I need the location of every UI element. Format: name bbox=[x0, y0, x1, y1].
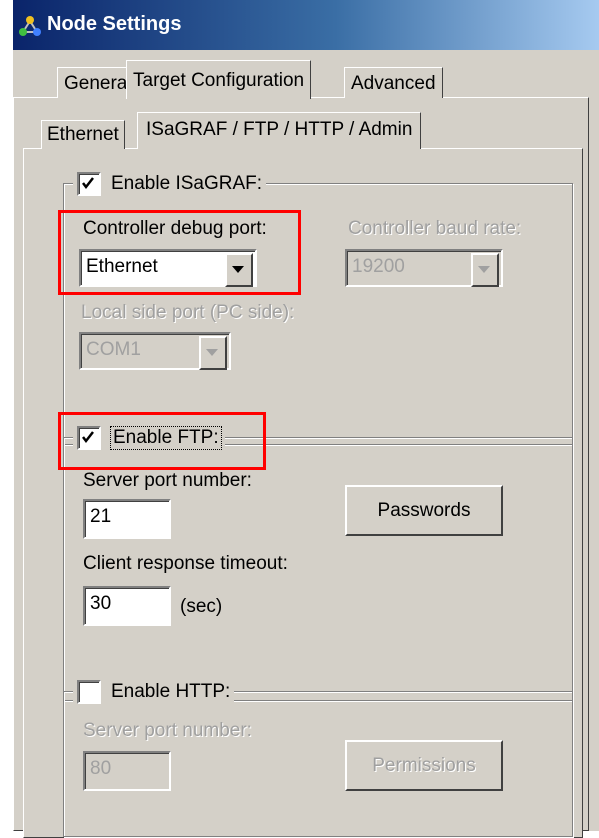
client-timeout-label: Client response timeout: bbox=[83, 553, 288, 574]
local-port-select[interactable]: COM1 bbox=[79, 332, 231, 370]
client-timeout-field[interactable]: 30 bbox=[83, 586, 171, 626]
enable-http-checkbox[interactable]: Enable HTTP: bbox=[73, 678, 235, 706]
passwords-button-label: Passwords bbox=[377, 499, 471, 521]
enable-http-label: Enable HTTP: bbox=[111, 681, 231, 702]
chevron-down-icon[interactable] bbox=[199, 336, 227, 370]
highlight-box-enable-ftp bbox=[58, 412, 266, 470]
ftp-server-port-field[interactable]: 21 bbox=[83, 499, 171, 539]
network-nodes-icon bbox=[17, 14, 43, 38]
checkmark-icon bbox=[82, 177, 94, 190]
tab-advanced[interactable]: Advanced bbox=[344, 67, 443, 98]
http-server-port-value: 80 bbox=[90, 758, 112, 779]
ftp-server-port-label: Server port number: bbox=[83, 470, 252, 491]
title-bar[interactable]: Node Settings bbox=[13, 0, 599, 50]
window-title: Node Settings bbox=[47, 13, 182, 35]
local-port-label: Local side port (PC side): bbox=[81, 302, 295, 323]
isagraf-check-box[interactable] bbox=[77, 172, 101, 196]
passwords-button[interactable]: Passwords bbox=[345, 485, 503, 536]
permissions-button-label: Permissions bbox=[372, 754, 476, 776]
subtab-isagraf-label: ISaGRAF / FTP / HTTP / Admin bbox=[146, 119, 413, 140]
highlight-box-debug-port bbox=[58, 210, 301, 295]
timeout-unit-label: (sec) bbox=[180, 596, 223, 617]
dialog-client-area: General Target Configuration Advanced Et… bbox=[13, 50, 599, 838]
baud-rate-value: 19200 bbox=[352, 256, 405, 277]
tab-advanced-label: Advanced bbox=[351, 73, 436, 94]
http-check-box[interactable] bbox=[77, 680, 101, 704]
permissions-button[interactable]: Permissions bbox=[345, 740, 503, 791]
node-settings-window: Node Settings General Target Configurati… bbox=[0, 0, 599, 838]
subtab-isagraf-ftp-http-admin[interactable]: ISaGRAF / FTP / HTTP / Admin bbox=[137, 112, 422, 149]
http-server-port-field[interactable]: 80 bbox=[83, 751, 171, 791]
tab-target-configuration-label: Target Configuration bbox=[133, 70, 305, 91]
enable-isagraf-label: Enable ISaGRAF: bbox=[111, 173, 263, 194]
http-server-port-label: Server port number: bbox=[83, 720, 252, 741]
baud-rate-label: Controller baud rate: bbox=[348, 218, 522, 239]
baud-rate-select[interactable]: 19200 bbox=[345, 249, 503, 287]
ftp-server-port-value: 21 bbox=[90, 506, 112, 527]
tab-target-configuration[interactable]: Target Configuration bbox=[126, 60, 312, 99]
tab-general-label: General bbox=[64, 73, 132, 94]
local-port-value: COM1 bbox=[86, 339, 141, 360]
subtab-ethernet-label: Ethernet bbox=[47, 124, 119, 145]
enable-isagraf-checkbox[interactable]: Enable ISaGRAF: bbox=[73, 170, 267, 198]
chevron-down-icon[interactable] bbox=[471, 253, 499, 287]
subtab-ethernet[interactable]: Ethernet bbox=[41, 120, 125, 149]
client-timeout-value: 30 bbox=[90, 593, 112, 614]
